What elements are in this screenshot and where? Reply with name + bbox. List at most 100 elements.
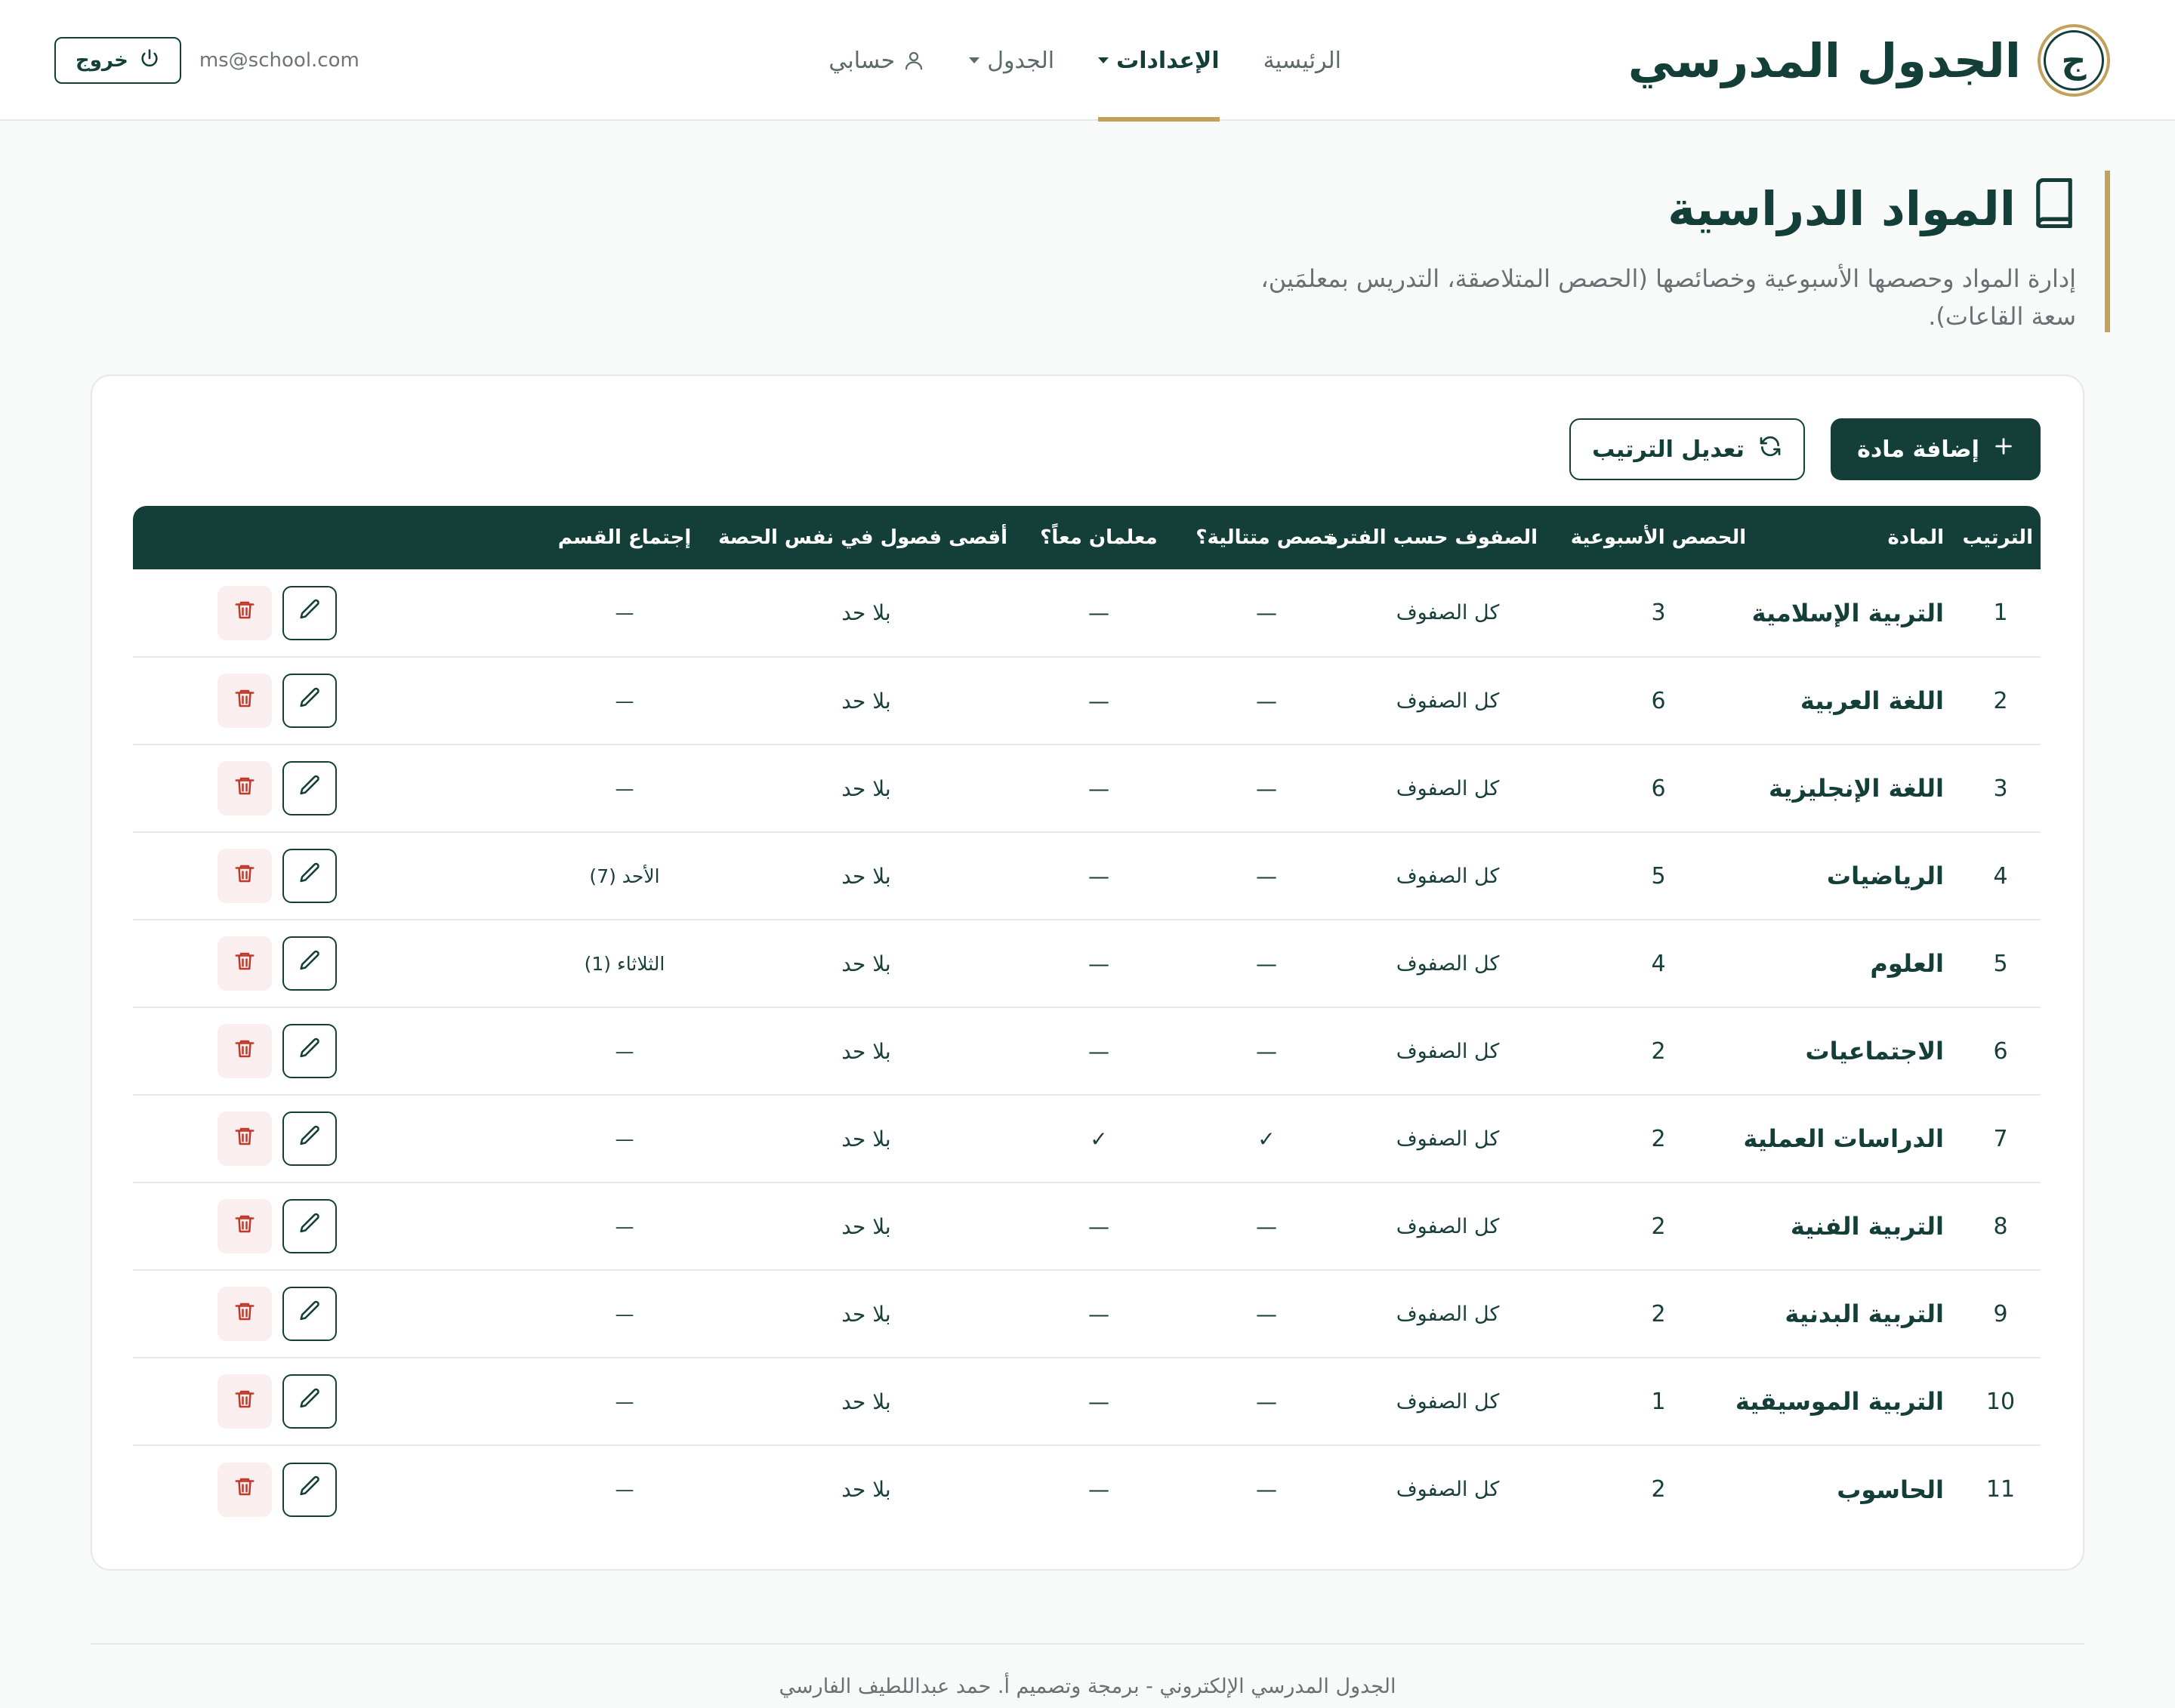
cell-actions (133, 1445, 532, 1533)
cell-max-classes: بلا حد (841, 1301, 891, 1327)
edit-button[interactable] (282, 585, 337, 640)
edit-button[interactable] (282, 1287, 337, 1341)
col-header-classes[interactable]: الصفوف حسب الفترة (1326, 506, 1545, 569)
cell-order: 7 (1993, 1125, 2008, 1152)
cell-meeting: — (615, 777, 634, 800)
cell-actions (133, 1095, 532, 1182)
edit-button[interactable] (282, 1111, 337, 1166)
cell-classes: كل الصفوف (1396, 951, 1500, 976)
cell-classes: كل الصفوف (1396, 864, 1500, 888)
cell-actions (133, 1358, 532, 1445)
cell-actions (133, 1270, 532, 1358)
plus-icon (1993, 436, 2014, 463)
table-row: 10 التربية الموسيقية 1 كل الصفوف — — بلا حد — (133, 1358, 2041, 1445)
cell-max-classes: بلا حد (841, 1389, 891, 1414)
table-row: 1 التربية الإسلامية 3 كل الصفوف — — بلا حد — (133, 569, 2041, 657)
cell-order: 6 (1993, 1037, 2008, 1065)
cell-meeting: — (615, 1478, 634, 1500)
delete-button[interactable] (218, 936, 272, 991)
cell-subject-name: الاجتماعيات (1805, 1037, 1944, 1065)
delete-button[interactable] (218, 674, 272, 728)
cell-subject-name: الحاسوب (1837, 1475, 1944, 1504)
cell-classes: كل الصفوف (1396, 601, 1500, 624)
table-row: 7 الدراسات العملية 2 كل الصفوف ✓ ✓ بلا حد — (133, 1095, 2041, 1182)
edit-button[interactable] (282, 936, 337, 991)
refresh-icon (1758, 434, 1782, 464)
pencil-icon (297, 861, 322, 892)
cell-max-classes: بلا حد (841, 775, 891, 801)
cell-two-teachers: — (1088, 1389, 1109, 1414)
delete-button[interactable] (218, 1024, 272, 1078)
cell-subject-name: التربية البدنية (1785, 1299, 1944, 1328)
cell-two-teachers: — (1088, 951, 1109, 976)
edit-button[interactable] (282, 1199, 337, 1253)
trash-icon (233, 1124, 256, 1154)
edit-button[interactable] (282, 849, 337, 903)
brand[interactable]: ج الجدول المدرسي (1628, 22, 2110, 99)
cell-subject-name: اللغة الإنجليزية (1769, 774, 1944, 803)
nav-item-settings[interactable]: الإعدادات (1098, 0, 1220, 122)
cell-max-classes: بلا حد (841, 1126, 891, 1152)
user-email: ms@school.com (199, 49, 359, 72)
cell-subject-name: الدراسات العملية (1743, 1124, 1944, 1153)
pencil-icon (297, 773, 322, 804)
col-header-subject[interactable]: المادة (1772, 506, 1961, 569)
col-header-weekly[interactable]: الحصص الأسبوعية (1545, 506, 1772, 569)
nav-item-home[interactable]: الرئيسية (1263, 0, 1341, 121)
logout-button[interactable]: خروج (54, 37, 181, 84)
delete-button[interactable] (218, 1374, 272, 1429)
cell-max-classes: بلا حد (841, 1213, 891, 1239)
trash-icon (233, 862, 256, 891)
cell-classes: كل الصفوف (1396, 1478, 1500, 1501)
power-icon (139, 48, 160, 74)
edit-button[interactable] (282, 1024, 337, 1078)
top-navbar: ج الجدول المدرسي الرئيسية الإعدادات الجد… (0, 0, 2175, 122)
cell-two-teachers: — (1088, 600, 1109, 625)
cell-meeting: — (615, 1303, 634, 1325)
cell-subject-name: التربية الفنية (1790, 1212, 1944, 1241)
delete-button[interactable] (218, 1199, 272, 1253)
cell-classes: كل الصفوف (1396, 1302, 1500, 1326)
cell-weekly-periods: 6 (1651, 687, 1666, 714)
delete-button[interactable] (218, 761, 272, 815)
trash-icon (233, 1037, 256, 1066)
row-actions (218, 1024, 532, 1078)
row-actions (218, 849, 532, 903)
nav-item-schedule[interactable]: الجدول (969, 0, 1054, 121)
toolbar: إضافة مادة تعديل الترتيب (1569, 418, 2041, 480)
cell-classes: كل الصفوف (1396, 776, 1500, 800)
col-header-order[interactable]: الترتيب (1961, 506, 2041, 569)
add-subject-label: إضافة مادة (1857, 436, 1979, 463)
col-header-consecutive[interactable]: حصص متتالية؟ (1183, 506, 1350, 569)
cell-meeting: — (615, 689, 634, 712)
nav-item-account[interactable]: حسابي (828, 0, 925, 121)
edit-button[interactable] (282, 1462, 337, 1517)
cell-meeting: الأحد (7) (589, 865, 660, 887)
cell-actions (133, 657, 532, 745)
edit-button[interactable] (282, 1374, 337, 1429)
edit-button[interactable] (282, 761, 337, 815)
pencil-icon (297, 1036, 322, 1067)
delete-button[interactable] (218, 1111, 272, 1166)
col-header-max-classes[interactable]: أقصى فصول في نفس الحصة (717, 506, 1015, 569)
delete-button[interactable] (218, 585, 272, 640)
cell-actions (133, 569, 532, 657)
reorder-label: تعديل الترتيب (1592, 436, 1745, 463)
add-subject-button[interactable]: إضافة مادة (1831, 418, 2041, 480)
cell-consecutive: — (1256, 863, 1277, 889)
delete-button[interactable] (218, 1287, 272, 1341)
delete-button[interactable] (218, 849, 272, 903)
col-header-two-teachers[interactable]: معلمان معاً؟ (1015, 506, 1183, 569)
cell-two-teachers: — (1088, 775, 1109, 801)
edit-button[interactable] (282, 674, 337, 728)
brand-logo-icon: ج (2038, 24, 2110, 97)
trash-icon (233, 598, 256, 627)
cell-order: 5 (1993, 950, 2008, 977)
col-header-meeting[interactable]: إجتماع القسم (532, 506, 717, 569)
row-actions (218, 1287, 532, 1341)
table-row: 6 الاجتماعيات 2 كل الصفوف — — بلا حد — (133, 1007, 2041, 1095)
row-actions (218, 1111, 532, 1166)
reorder-button[interactable]: تعديل الترتيب (1569, 418, 1805, 480)
cell-two-teachers: — (1088, 1301, 1109, 1327)
delete-button[interactable] (218, 1462, 272, 1517)
